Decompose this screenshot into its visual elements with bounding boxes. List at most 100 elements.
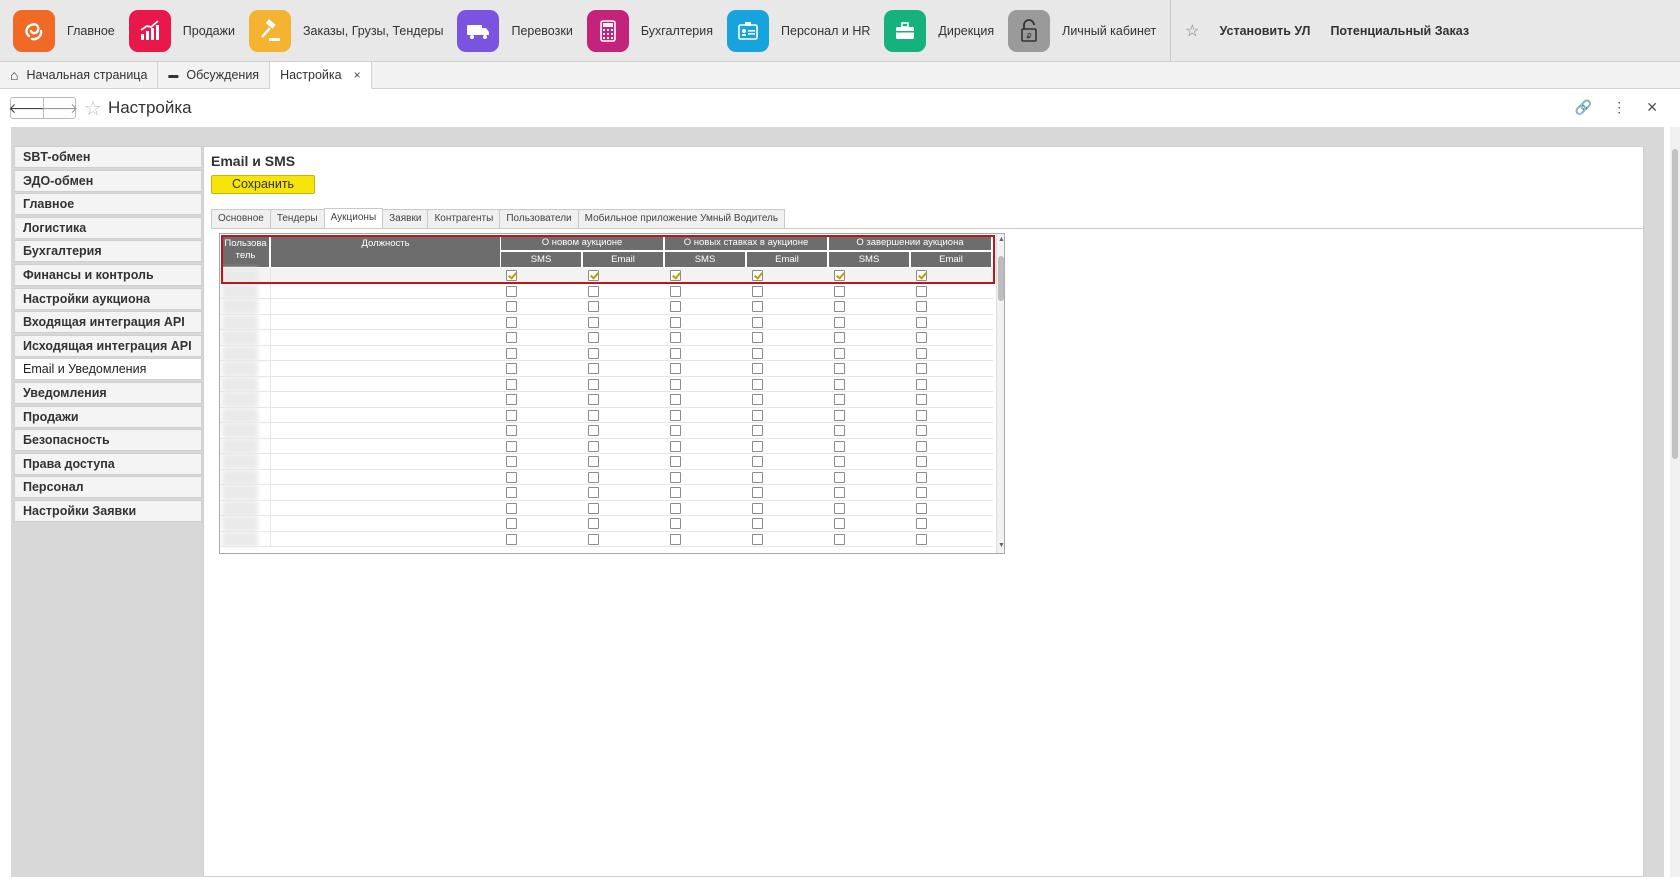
favorite-star-icon[interactable]: ☆ xyxy=(84,96,102,121)
notify-checkbox[interactable] xyxy=(752,502,763,514)
notify-checkbox[interactable] xyxy=(670,285,681,297)
inner-tab[interactable]: Основное xyxy=(211,209,271,228)
notify-checkbox[interactable] xyxy=(752,347,763,359)
notify-checkbox[interactable] xyxy=(752,363,763,374)
sidebar-item[interactable]: Финансы и контроль xyxy=(14,263,202,286)
notify-checkbox[interactable] xyxy=(916,378,927,390)
open-tab-3[interactable]: Настройка × xyxy=(270,62,372,89)
notify-checkbox[interactable] xyxy=(588,378,599,390)
notify-checkbox[interactable] xyxy=(506,285,517,297)
page-scroll-thumb[interactable] xyxy=(1672,149,1678,459)
table-row[interactable] xyxy=(220,345,993,361)
notify-checkbox[interactable] xyxy=(834,316,845,328)
notify-checkbox[interactable] xyxy=(834,378,845,390)
notify-checkbox[interactable] xyxy=(834,347,845,359)
notify-checkbox[interactable] xyxy=(916,394,927,405)
table-row[interactable] xyxy=(220,454,993,470)
notify-checkbox[interactable] xyxy=(506,270,517,281)
sidebar-item[interactable]: Настройки аукциона xyxy=(14,287,202,310)
notify-checkbox[interactable] xyxy=(670,301,681,312)
notify-checkbox[interactable] xyxy=(834,285,845,297)
section-1[interactable]: Главное xyxy=(0,0,115,62)
notify-checkbox[interactable] xyxy=(670,456,681,467)
notify-checkbox[interactable] xyxy=(506,440,517,452)
notify-checkbox[interactable] xyxy=(588,533,599,545)
inner-tab[interactable]: Мобильное приложение Умный Водитель xyxy=(577,209,786,228)
inner-tab[interactable]: Пользователи xyxy=(499,209,579,228)
table-row[interactable] xyxy=(220,469,993,485)
notify-checkbox[interactable] xyxy=(670,316,681,328)
notify-checkbox[interactable] xyxy=(752,332,763,343)
table-row[interactable] xyxy=(220,485,993,501)
notify-checkbox[interactable] xyxy=(588,301,599,312)
notify-checkbox[interactable] xyxy=(834,409,845,421)
table-row[interactable] xyxy=(220,361,993,377)
table-row[interactable] xyxy=(220,407,993,423)
notify-checkbox[interactable] xyxy=(916,409,927,421)
section-4[interactable]: Перевозки xyxy=(443,0,573,62)
notify-checkbox[interactable] xyxy=(506,394,517,405)
notify-checkbox[interactable] xyxy=(670,487,681,498)
sidebar-item[interactable]: Логистика xyxy=(14,216,202,239)
notify-checkbox[interactable] xyxy=(670,347,681,359)
notify-checkbox[interactable] xyxy=(670,502,681,514)
notify-checkbox[interactable] xyxy=(916,440,927,452)
forward-arrow-icon[interactable]: 🡒 xyxy=(41,98,78,118)
notify-checkbox[interactable] xyxy=(506,332,517,343)
notify-checkbox[interactable] xyxy=(752,533,763,545)
notify-checkbox[interactable] xyxy=(752,471,763,483)
notify-checkbox[interactable] xyxy=(916,502,927,514)
notify-checkbox[interactable] xyxy=(588,440,599,452)
close-icon[interactable]: ✕ xyxy=(1646,99,1658,116)
sidebar-item[interactable]: Безопасность xyxy=(14,429,202,452)
notify-checkbox[interactable] xyxy=(916,301,927,312)
sidebar-item[interactable]: Входящая интеграция API xyxy=(14,311,202,334)
notify-checkbox[interactable] xyxy=(506,363,517,374)
page-scrollbar[interactable] xyxy=(1670,127,1680,877)
notify-checkbox[interactable] xyxy=(752,316,763,328)
notify-checkbox[interactable] xyxy=(670,425,681,436)
table-row[interactable] xyxy=(220,500,993,516)
sidebar-item[interactable]: Бухгалтерия xyxy=(14,240,202,263)
notify-checkbox[interactable] xyxy=(752,518,763,529)
notify-checkbox[interactable] xyxy=(752,409,763,421)
notify-checkbox[interactable] xyxy=(834,301,845,312)
sidebar-item[interactable]: Email и Уведомления xyxy=(14,358,202,381)
notify-checkbox[interactable] xyxy=(588,394,599,405)
notify-checkbox[interactable] xyxy=(752,487,763,498)
favorite-link[interactable]: Установить УЛ xyxy=(1220,24,1311,38)
sidebar-item[interactable]: Продажи xyxy=(14,405,202,428)
scroll-down-icon[interactable]: ▼ xyxy=(998,542,1004,549)
notify-checkbox[interactable] xyxy=(834,394,845,405)
table-row[interactable] xyxy=(220,438,993,454)
notify-checkbox[interactable] xyxy=(752,456,763,467)
table-row[interactable] xyxy=(220,531,993,547)
favorites-star-icon[interactable]: ☆ xyxy=(1185,21,1199,41)
section-7[interactable]: Дирекция xyxy=(870,0,994,62)
notify-checkbox[interactable] xyxy=(834,518,845,529)
notify-checkbox[interactable] xyxy=(506,378,517,390)
notify-checkbox[interactable] xyxy=(834,425,845,436)
notify-checkbox[interactable] xyxy=(916,363,927,374)
notify-checkbox[interactable] xyxy=(506,347,517,359)
table-scrollbar[interactable]: ▲ ▼ xyxy=(996,234,1004,553)
inner-tab[interactable]: Контрагенты xyxy=(427,209,501,228)
notify-checkbox[interactable] xyxy=(670,378,681,390)
notify-checkbox[interactable] xyxy=(506,487,517,498)
notify-checkbox[interactable] xyxy=(916,316,927,328)
notify-checkbox[interactable] xyxy=(916,533,927,545)
table-row[interactable] xyxy=(220,423,993,439)
notify-checkbox[interactable] xyxy=(834,332,845,343)
notify-checkbox[interactable] xyxy=(916,425,927,436)
section-3[interactable]: Заказы, Грузы, Тендеры xyxy=(235,0,443,62)
table-scroll-thumb[interactable] xyxy=(998,256,1004,301)
table-row[interactable] xyxy=(220,268,993,284)
notify-checkbox[interactable] xyxy=(834,270,845,281)
section-8[interactable]: ₽ Личный кабинет xyxy=(994,0,1156,62)
more-menu-icon[interactable]: ⋮ xyxy=(1612,99,1626,116)
sidebar-item[interactable]: Уведомления xyxy=(14,381,202,404)
table-row[interactable] xyxy=(220,516,993,532)
open-tab-1[interactable]: ⌂ Начальная страница xyxy=(0,62,159,88)
notify-checkbox[interactable] xyxy=(752,270,763,281)
notify-checkbox[interactable] xyxy=(670,363,681,374)
